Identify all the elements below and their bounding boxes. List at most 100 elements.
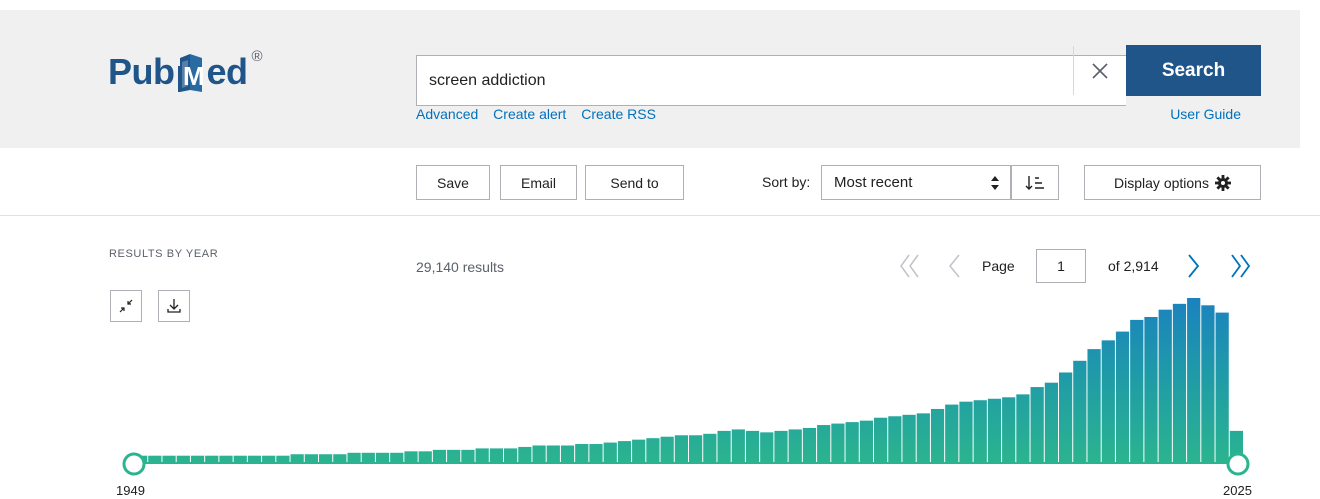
year-bar-1952[interactable] xyxy=(176,455,190,463)
year-bar-2008[interactable] xyxy=(973,400,987,463)
next-page-button[interactable] xyxy=(1182,252,1206,280)
year-bar-1982[interactable] xyxy=(603,442,617,463)
year-bar-1997[interactable] xyxy=(817,425,831,463)
search-button[interactable]: Search xyxy=(1126,45,1261,96)
year-bar-2019[interactable] xyxy=(1130,319,1144,463)
create-rss-link[interactable]: Create RSS xyxy=(581,106,656,122)
year-bar-1991[interactable] xyxy=(731,429,745,463)
year-bar-2009[interactable] xyxy=(987,398,1002,463)
year-bar-2013[interactable] xyxy=(1044,382,1058,463)
year-bar-1954[interactable] xyxy=(205,455,219,463)
year-bar-2012[interactable] xyxy=(1030,387,1044,463)
year-bar-1964[interactable] xyxy=(347,452,361,463)
year-bar-1984[interactable] xyxy=(632,439,646,463)
year-bar-1969[interactable] xyxy=(418,451,432,463)
year-bar-1959[interactable] xyxy=(276,455,290,463)
year-bar-2001[interactable] xyxy=(874,417,888,463)
year-bar-1976[interactable] xyxy=(518,446,532,463)
year-bar-2006[interactable] xyxy=(945,404,959,463)
year-bar-1979[interactable] xyxy=(560,445,575,463)
year-bar-1985[interactable] xyxy=(646,438,660,463)
logo-text-left: Pub xyxy=(108,51,175,92)
year-bar-1988[interactable] xyxy=(689,435,703,463)
year-bar-1961[interactable] xyxy=(304,454,318,463)
year-bar-2020[interactable] xyxy=(1144,316,1158,463)
page-number-input[interactable] xyxy=(1036,249,1086,283)
year-bar-1998[interactable] xyxy=(831,423,845,463)
year-bar-1996[interactable] xyxy=(802,427,817,463)
year-bar-2010[interactable] xyxy=(1002,397,1016,463)
year-bar-1977[interactable] xyxy=(532,445,546,463)
year-bar-1970[interactable] xyxy=(432,449,447,463)
display-options-button[interactable]: Display options xyxy=(1084,165,1261,200)
year-bar-1967[interactable] xyxy=(390,452,404,463)
year-bar-1995[interactable] xyxy=(788,429,802,463)
year-bar-1968[interactable] xyxy=(404,451,418,463)
year-bar-2007[interactable] xyxy=(959,401,973,463)
year-bar-1989[interactable] xyxy=(703,433,717,463)
sort-select[interactable]: Most recent xyxy=(821,165,1011,200)
year-bar-1960[interactable] xyxy=(290,454,304,463)
year-bar-2000[interactable] xyxy=(859,420,873,463)
previous-page-button[interactable] xyxy=(942,252,966,280)
year-bar-1981[interactable] xyxy=(589,444,603,463)
year-bar-1950[interactable] xyxy=(148,455,162,463)
search-input[interactable] xyxy=(429,56,1069,105)
sort-order-icon xyxy=(1025,175,1044,190)
year-bar-1973[interactable] xyxy=(475,448,489,463)
year-bar-2002[interactable] xyxy=(888,416,902,463)
year-bar-1980[interactable] xyxy=(575,444,589,463)
send-to-button[interactable]: Send to xyxy=(585,165,684,200)
year-bar-1978[interactable] xyxy=(546,445,560,463)
user-guide-link[interactable]: User Guide xyxy=(1170,106,1241,122)
year-bar-1974[interactable] xyxy=(489,448,503,463)
year-bar-1955[interactable] xyxy=(219,455,233,463)
year-bar-1958[interactable] xyxy=(262,455,276,463)
year-bar-2004[interactable] xyxy=(916,413,930,463)
year-bar-2015[interactable] xyxy=(1073,360,1087,463)
year-bar-2017[interactable] xyxy=(1101,340,1115,463)
year-bar-1966[interactable] xyxy=(375,452,390,463)
year-bar-1965[interactable] xyxy=(361,452,375,463)
sort-order-button[interactable] xyxy=(1011,165,1059,200)
year-bar-1975[interactable] xyxy=(504,448,518,463)
pubmed-logo[interactable]: Pub M ed ® xyxy=(108,48,263,102)
first-page-button[interactable] xyxy=(898,252,922,280)
create-alert-link[interactable]: Create alert xyxy=(493,106,566,122)
year-bar-1992[interactable] xyxy=(745,430,760,463)
year-bar-2021[interactable] xyxy=(1158,309,1172,463)
year-bar-2023[interactable] xyxy=(1187,298,1201,463)
last-page-button[interactable] xyxy=(1228,252,1252,280)
year-bar-2005[interactable] xyxy=(930,408,945,463)
year-bar-1971[interactable] xyxy=(447,449,461,463)
year-bar-2018[interactable] xyxy=(1115,331,1130,463)
year-bar-2011[interactable] xyxy=(1016,394,1030,463)
year-bar-1956[interactable] xyxy=(233,455,247,463)
year-bar-2014[interactable] xyxy=(1059,372,1073,463)
year-bar-2025[interactable] xyxy=(1215,312,1229,463)
x-axis-end-year: 2025 xyxy=(1223,483,1252,498)
year-bar-1957[interactable] xyxy=(247,455,262,463)
year-bar-1993[interactable] xyxy=(760,432,774,463)
year-bar-2022[interactable] xyxy=(1172,303,1187,463)
year-bar-1963[interactable] xyxy=(333,454,347,463)
year-bar-1986[interactable] xyxy=(660,436,674,463)
email-button[interactable]: Email xyxy=(500,165,577,200)
year-bar-1999[interactable] xyxy=(845,422,859,463)
year-bar-2024[interactable] xyxy=(1201,305,1215,463)
advanced-link[interactable]: Advanced xyxy=(416,106,478,122)
year-bar-1994[interactable] xyxy=(774,430,788,463)
year-bar-2003[interactable] xyxy=(902,414,916,463)
year-bar-1962[interactable] xyxy=(319,454,333,463)
year-bar-2016[interactable] xyxy=(1087,349,1101,463)
year-bar-1953[interactable] xyxy=(190,455,205,463)
range-slider-start-handle[interactable] xyxy=(122,452,146,476)
year-bar-1972[interactable] xyxy=(461,449,475,463)
clear-search-button[interactable] xyxy=(1073,46,1125,95)
year-bar-1990[interactable] xyxy=(717,430,731,463)
save-button[interactable]: Save xyxy=(416,165,490,200)
range-slider-end-handle[interactable] xyxy=(1226,452,1250,476)
year-bar-1951[interactable] xyxy=(162,455,176,463)
year-bar-1983[interactable] xyxy=(617,441,632,463)
year-bar-1987[interactable] xyxy=(674,435,688,463)
